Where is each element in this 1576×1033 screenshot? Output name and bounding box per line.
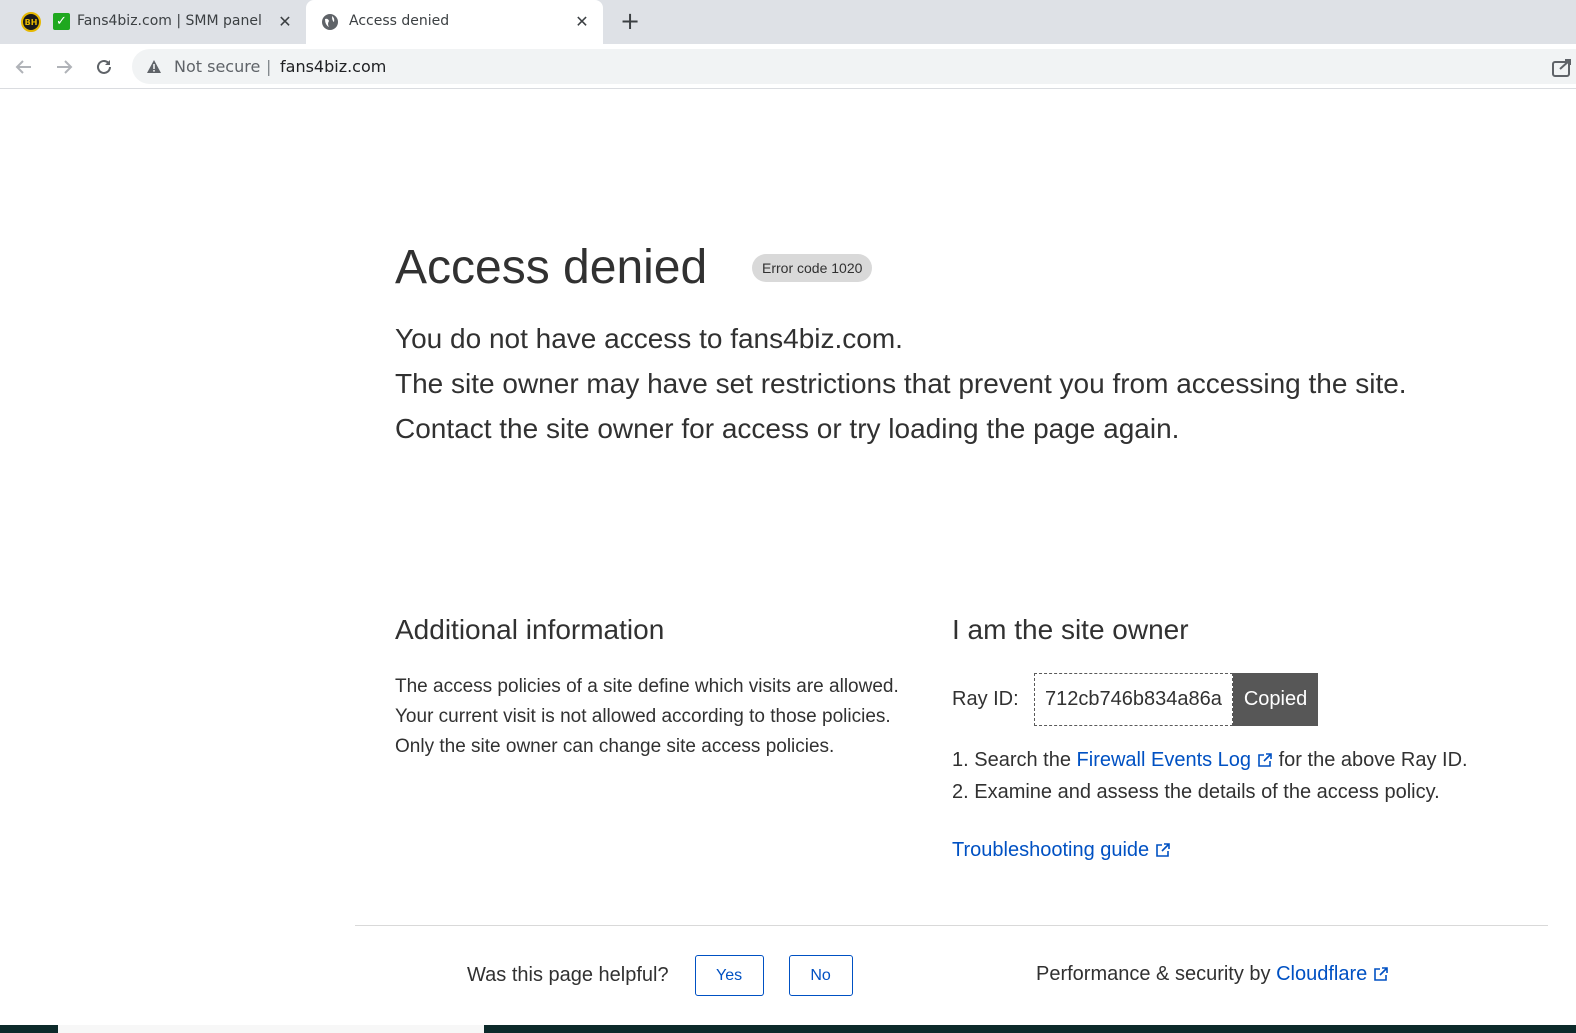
policy-note: Only the site owner can change site acce… [395, 736, 835, 757]
ray-id-row: Ray ID: 712cb746b834a86a Copied [952, 673, 1319, 726]
feedback-yes-button[interactable]: Yes [694, 955, 764, 996]
tab-fans4biz[interactable]: BH ✓ Fans4biz.com | SMM panel - Cheapest… [0, 0, 303, 44]
additional-information-text: The access policies of a site define whi… [395, 672, 925, 762]
share-icon[interactable] [1552, 58, 1576, 83]
back-arrow-icon[interactable] [11, 54, 37, 80]
performance-prefix: Performance & security by [1036, 963, 1277, 985]
copy-ray-id-button[interactable]: Copied [1232, 673, 1319, 726]
feedback-no-button[interactable]: No [788, 955, 853, 996]
tab-strip: BH ✓ Fans4biz.com | SMM panel - Cheapest… [0, 0, 1576, 44]
step-1: 1. Search the Firewall Events Log for th… [952, 745, 1468, 777]
external-link-icon [1373, 965, 1389, 988]
owner-steps: 1. Search the Firewall Events Log for th… [952, 745, 1468, 807]
ray-id-label: Ray ID: [952, 688, 1019, 710]
feedback-section: Was this page helpful? Yes No [467, 955, 853, 996]
step-1-prefix: 1. Search the [952, 749, 1077, 771]
policy-paragraph: The access policies of a site define whi… [395, 676, 899, 727]
step-2: 2. Examine and assess the details of the… [952, 781, 1440, 803]
close-tab-icon[interactable]: ✕ [572, 12, 592, 32]
troubleshooting-guide-link[interactable]: Troubleshooting guide [952, 839, 1149, 861]
cloudflare-link[interactable]: Cloudflare [1276, 963, 1367, 985]
performance-credit: Performance & security by Cloudflare [1036, 963, 1389, 988]
footer-divider [355, 925, 1548, 926]
additional-information-section: Additional information The access polici… [395, 612, 925, 762]
lead-line: You do not have access to fans4biz.com. [395, 323, 903, 354]
close-tab-icon[interactable]: ✕ [275, 12, 295, 32]
site-owner-section: I am the site owner Ray ID: 712cb746b834… [952, 612, 1552, 861]
ray-id-value[interactable]: 712cb746b834a86a [1034, 673, 1233, 726]
checkmark-favicon-icon: ✓ [53, 13, 70, 30]
new-tab-button[interactable]: + [618, 9, 642, 34]
lead-message: You do not have access to fans4biz.com. … [395, 316, 1407, 451]
error-code-badge: Error code 1020 [752, 254, 873, 282]
page-title: Access denied [395, 241, 708, 294]
lead-line: Contact the site owner for access or try… [395, 413, 1180, 444]
step-1-suffix: for the above Ray ID. [1273, 749, 1468, 771]
url-text[interactable]: fans4biz.com [280, 57, 386, 76]
warning-icon[interactable] [146, 59, 162, 78]
extension-icon[interactable]: BH [21, 12, 41, 32]
globe-icon [321, 13, 339, 35]
omnibox-separator: | [266, 57, 272, 76]
tab-title: Access denied [349, 13, 450, 29]
additional-information-heading: Additional information [395, 614, 665, 645]
taskbar-segment [58, 1025, 484, 1033]
forward-arrow-icon[interactable] [51, 54, 77, 80]
external-link-icon [1257, 747, 1273, 777]
browser-toolbar: Not secure | fans4biz.com [0, 44, 1576, 89]
firewall-events-log-link[interactable]: Firewall Events Log [1077, 749, 1252, 771]
tab-access-denied[interactable]: Access denied ✕ [306, 0, 603, 44]
feedback-question: Was this page helpful? [467, 964, 669, 986]
site-owner-heading: I am the site owner [952, 614, 1189, 645]
security-label[interactable]: Not secure [174, 57, 260, 76]
reload-icon[interactable] [91, 54, 117, 80]
address-bar[interactable]: Not secure | fans4biz.com [132, 49, 1576, 84]
tab-title: Fans4biz.com | SMM panel - Cheapest SMM … [77, 13, 267, 29]
lead-line: The site owner may have set restrictions… [395, 368, 1407, 399]
external-link-icon [1155, 837, 1171, 867]
troubleshooting-row: Troubleshooting guide [952, 835, 1171, 867]
taskbar-edge [0, 1025, 1576, 1033]
